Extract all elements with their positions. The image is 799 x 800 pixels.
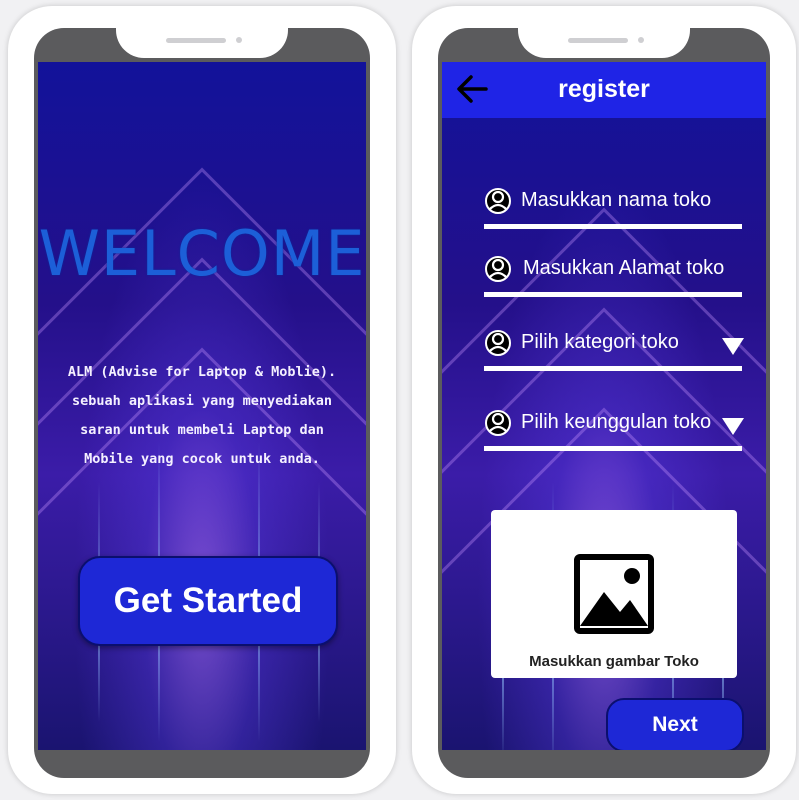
front-camera (236, 37, 242, 43)
next-button[interactable]: Next (606, 698, 744, 750)
welcome-screen: WELCOME ALM (Advise for Laptop & Moblie)… (38, 62, 366, 750)
store-category-placeholder: Pilih kategori toko (521, 331, 679, 353)
phone-frame-register: register Masukkan nama toko Masukkan Ala… (412, 6, 796, 794)
description-line: ALM (Advise for Laptop & Moblie). (67, 364, 337, 380)
phone-notch (518, 28, 690, 58)
user-icon (485, 410, 511, 436)
dropdown-caret-icon[interactable] (722, 338, 744, 355)
phone-bezel: WELCOME ALM (Advise for Laptop & Moblie)… (34, 28, 370, 778)
store-category-select[interactable]: Pilih kategori toko (484, 320, 744, 371)
speaker-slot (166, 38, 226, 43)
store-name-input[interactable]: Masukkan nama toko (484, 178, 742, 229)
store-advantage-placeholder: Pilih keunggulan toko (521, 411, 712, 433)
app-bar: register (442, 62, 766, 118)
phone-frame-welcome: WELCOME ALM (Advise for Laptop & Moblie)… (8, 6, 396, 794)
user-icon (485, 188, 511, 214)
image-upload-box[interactable]: Masukkan gambar Toko (491, 510, 737, 678)
image-upload-label: Masukkan gambar Toko (529, 653, 699, 670)
phone-notch (116, 28, 288, 58)
dropdown-caret-icon[interactable] (722, 418, 744, 435)
description-line: saran untuk membeli Laptop dan (80, 422, 324, 438)
store-advantage-select[interactable]: Pilih keunggulan toko (484, 400, 744, 451)
description-line: sebuah aplikasi yang menyediakan (71, 393, 333, 409)
page-title: register (558, 75, 650, 103)
image-icon (574, 554, 654, 634)
store-name-placeholder: Masukkan nama toko (521, 189, 712, 211)
register-screen: register Masukkan nama toko Masukkan Ala… (442, 62, 766, 750)
app-description: ALM (Advise for Laptop & Moblie). sebuah… (52, 358, 352, 474)
description-line: Mobile yang cocok untuk anda. (84, 451, 320, 467)
get-started-button[interactable]: Get Started (78, 556, 338, 646)
user-icon (485, 330, 511, 356)
front-camera (638, 37, 644, 43)
store-address-placeholder: Masukkan Alamat toko (523, 257, 725, 279)
user-icon (485, 256, 511, 282)
phone-bezel: register Masukkan nama toko Masukkan Ala… (438, 28, 770, 778)
welcome-title: WELCOME (38, 217, 366, 290)
speaker-slot (568, 38, 628, 43)
store-address-input[interactable]: Masukkan Alamat toko (484, 246, 742, 297)
